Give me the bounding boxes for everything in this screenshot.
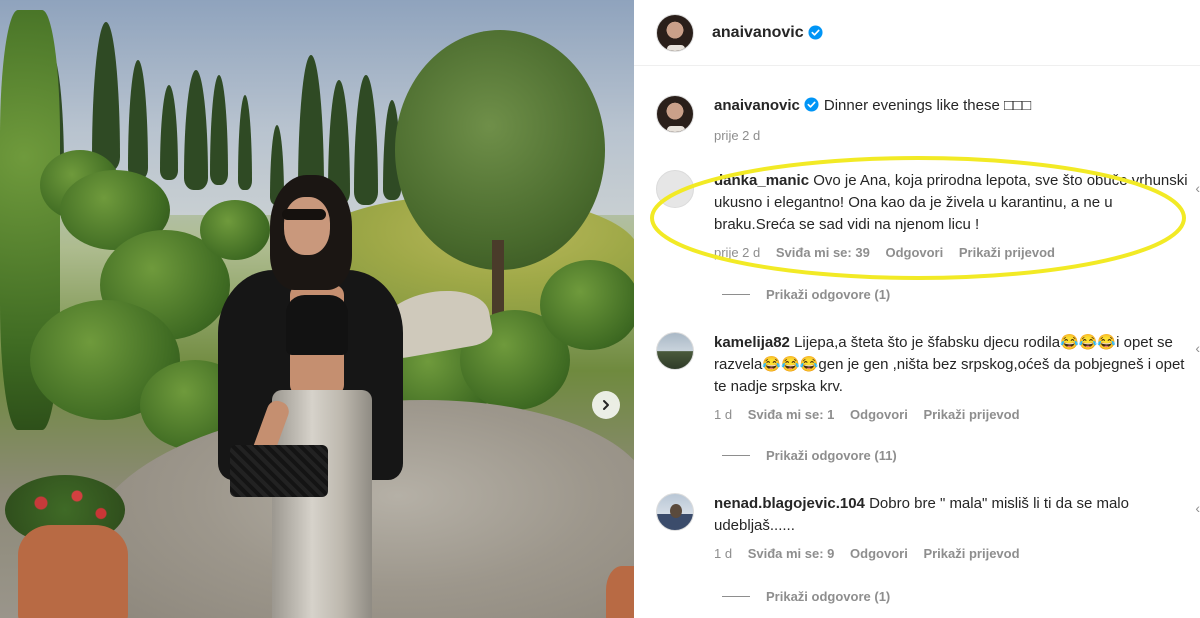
comment-body: danka_manic Ovo je Ana, koja prirodna le… [714,170,1194,264]
commenter-avatar[interactable] [656,332,694,370]
commenter-avatar[interactable] [656,170,694,208]
comment-side-mark: ‹ [1195,180,1200,196]
view-replies-button[interactable]: Prikaži odgovore (11) [722,448,897,463]
replies-divider [722,455,750,456]
post-side-panel: anaivanovic anaivanovic Dinner evenings l… [634,0,1200,618]
woman-sunglasses [282,209,326,220]
post-photo[interactable] [0,0,634,618]
replies-divider [722,294,750,295]
view-replies-button[interactable]: Prikaži odgovore (1) [722,589,890,604]
translate-button[interactable]: Prikaži prijevod [959,245,1055,260]
verified-badge-icon [804,97,819,112]
photo-olive-tree [395,30,605,270]
caption-time: prije 2 d [714,128,761,143]
comment-body: nenad.blagojevic.104 Dobro bre " mala" m… [714,493,1194,565]
comment-time: prije 2 d [714,245,761,260]
author-avatar[interactable] [656,95,694,133]
view-replies-label: Prikaži odgovore (1) [766,287,891,302]
post-header: anaivanovic [634,0,1200,66]
photo-woman [210,175,410,618]
reply-button[interactable]: Odgovori [885,245,943,260]
comment-side-mark: ‹ [1195,500,1200,516]
author-username[interactable]: anaivanovic [712,24,804,42]
photo-tree-trunk [492,240,504,320]
view-replies-button[interactable]: Prikaži odgovore (1) [722,287,890,302]
woman-top [286,295,348,355]
comment-side-mark: ‹ [1195,340,1200,356]
comment-meta: prije 2 d Sviđa mi se: 39 Odgovori Prika… [714,242,1194,264]
reply-button[interactable]: Odgovori [850,407,908,422]
woman-bag [230,445,328,497]
photo-pot [18,525,128,618]
comment-username[interactable]: nenad.blagojevic.104 [714,495,865,512]
comment-meta: 1 d Sviđa mi se: 9 Odgovori Prikaži prij… [714,543,1194,565]
woman-face [284,197,330,255]
comment-likes[interactable]: Sviđa mi se: 9 [748,546,835,561]
chevron-right-icon [603,400,609,410]
next-photo-button[interactable] [592,391,620,419]
comment-meta: 1 d Sviđa mi se: 1 Odgovori Prikaži prij… [714,404,1194,426]
view-replies-label: Prikaži odgovore (1) [766,589,891,604]
photo-bush [540,260,634,350]
caption-username[interactable]: anaivanovic [714,97,800,114]
author-avatar[interactable] [656,13,694,52]
comment-username[interactable]: kamelija82 [714,334,790,351]
reply-button[interactable]: Odgovori [850,546,908,561]
comment-time: 1 d [714,407,733,422]
comment-time: 1 d [714,546,733,561]
comment-username[interactable]: danka_manic [714,172,809,189]
comment-body: kamelija82 Lijepa,a šteta što je šfabsku… [714,332,1194,426]
caption-text: Dinner evenings like these □□□ [823,97,1032,114]
verified-badge-icon [808,25,823,40]
view-replies-label: Prikaži odgovore (11) [766,448,897,463]
comment-likes[interactable]: Sviđa mi se: 39 [776,245,870,260]
commenter-avatar[interactable] [656,493,694,531]
translate-button[interactable]: Prikaži prijevod [923,407,1019,422]
woman-skirt [272,390,372,618]
translate-button[interactable]: Prikaži prijevod [923,546,1019,561]
comment-likes[interactable]: Sviđa mi se: 1 [748,407,835,422]
replies-divider [722,596,750,597]
photo-pot [606,566,634,618]
caption-body: anaivanovic Dinner evenings like these □□… [714,95,1194,147]
